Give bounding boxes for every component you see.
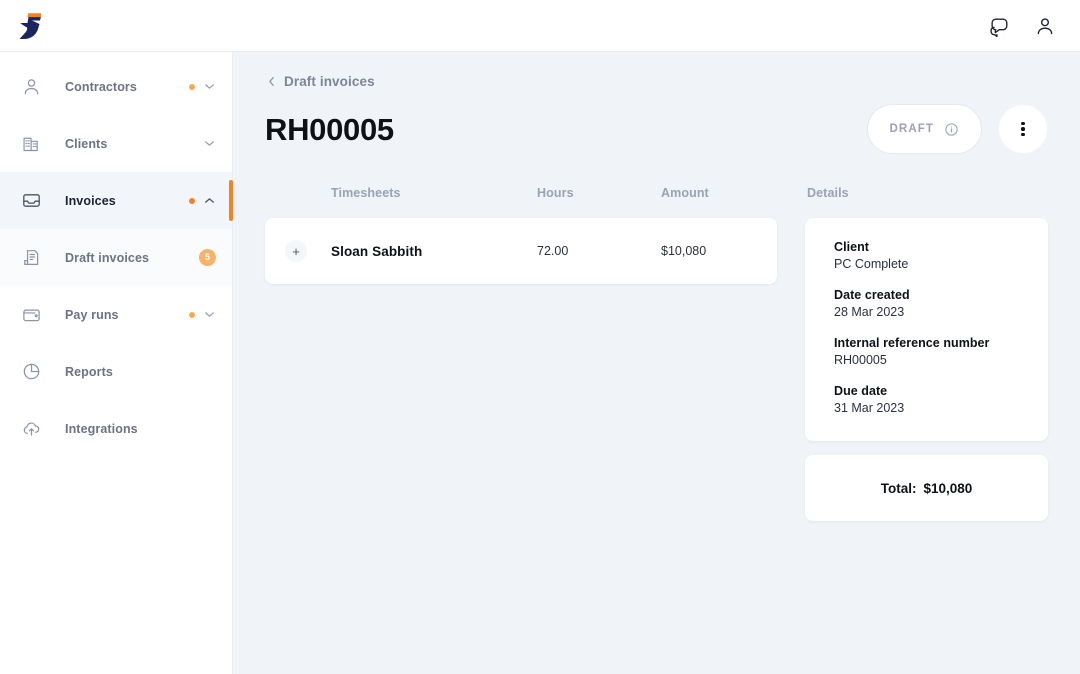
timesheets-section: Timesheets Hours Amount + Sloan Sabbith … bbox=[265, 178, 777, 284]
sidebar-item-meta bbox=[189, 80, 216, 93]
table-header-hours: Hours bbox=[537, 186, 574, 200]
top-bar-actions bbox=[986, 13, 1058, 39]
status-badge-label: DRAFT bbox=[889, 123, 934, 135]
table-header: Timesheets Hours Amount bbox=[265, 178, 777, 208]
sidebar-item-invoices[interactable]: Invoices bbox=[0, 172, 233, 229]
detail-value: 31 Mar 2023 bbox=[834, 401, 905, 415]
page-title: RH00005 bbox=[265, 111, 394, 147]
draft-invoices-badge: 5 bbox=[199, 249, 216, 266]
content-grid: Timesheets Hours Amount + Sloan Sabbith … bbox=[265, 178, 1048, 521]
detail-key: Internal reference number bbox=[834, 336, 990, 350]
person-icon bbox=[18, 74, 44, 100]
more-vertical-icon[interactable] bbox=[998, 104, 1048, 154]
account-icon[interactable] bbox=[1032, 13, 1058, 39]
sidebar-item-label: Invoices bbox=[65, 193, 116, 208]
table-row[interactable]: + Sloan Sabbith 72.00 $10,080 bbox=[265, 218, 777, 284]
app-root: Contractors Clients Invoices Draft invoi… bbox=[0, 0, 1080, 674]
body-row: Contractors Clients Invoices Draft invoi… bbox=[0, 52, 1080, 674]
total-label: Total: bbox=[880, 480, 917, 496]
total-card: Total: $10,080 bbox=[805, 455, 1048, 521]
sidebar-item-contractors[interactable]: Contractors bbox=[0, 58, 232, 115]
table-cell-name: Sloan Sabbith bbox=[331, 243, 423, 259]
table-header-amount: Amount bbox=[661, 186, 709, 200]
detail-value: PC Complete bbox=[834, 257, 909, 271]
brand-logo-icon bbox=[19, 12, 42, 39]
breadcrumb-label: Draft invoices bbox=[284, 74, 375, 89]
pie-chart-icon bbox=[18, 359, 44, 385]
detail-key: Client bbox=[834, 240, 870, 254]
sidebar-item-label: Contractors bbox=[65, 79, 137, 94]
detail-field-client: Client PC Complete bbox=[834, 240, 1022, 271]
chevron-up-icon[interactable] bbox=[203, 194, 216, 207]
expand-row-button[interactable]: + bbox=[285, 240, 307, 262]
detail-value: 28 Mar 2023 bbox=[834, 305, 905, 319]
sidebar-item-integrations[interactable]: Integrations bbox=[0, 400, 232, 457]
details-panel: Details Client PC Complete Date created … bbox=[805, 178, 1048, 521]
main-content: Draft invoices RH00005 DRAFT Timesheets … bbox=[233, 52, 1080, 674]
sidebar-item-pay-runs[interactable]: Pay runs bbox=[0, 286, 232, 343]
sidebar-item-meta bbox=[189, 308, 216, 321]
breadcrumb[interactable]: Draft invoices bbox=[265, 74, 375, 89]
title-actions: DRAFT bbox=[866, 104, 1048, 154]
active-indicator-bar bbox=[229, 180, 233, 221]
detail-field-internal-reference-number: Internal reference number RH00005 bbox=[834, 336, 1022, 367]
sidebar-item-clients[interactable]: Clients bbox=[0, 115, 232, 172]
notification-dot bbox=[189, 311, 195, 318]
sidebar-item-meta bbox=[203, 137, 216, 150]
messages-icon[interactable] bbox=[986, 13, 1012, 39]
detail-field-due-date: Due date 31 Mar 2023 bbox=[834, 384, 1022, 415]
sidebar-item-meta bbox=[189, 194, 216, 207]
sidebar-item-meta: 5 bbox=[199, 249, 216, 266]
sidebar-item-reports[interactable]: Reports bbox=[0, 343, 232, 400]
detail-key: Date created bbox=[834, 288, 910, 302]
chevron-down-icon[interactable] bbox=[203, 80, 216, 93]
sidebar: Contractors Clients Invoices Draft invoi… bbox=[0, 52, 233, 674]
notification-dot bbox=[189, 83, 195, 90]
detail-value: RH00005 bbox=[834, 353, 887, 367]
sidebar-item-draft-invoices[interactable]: Draft invoices 5 bbox=[0, 229, 232, 286]
wallet-icon bbox=[18, 302, 44, 328]
document-icon bbox=[18, 245, 44, 271]
details-card: Client PC Complete Date created 28 Mar 2… bbox=[805, 218, 1048, 441]
info-icon[interactable] bbox=[944, 122, 959, 137]
timesheets-table: + Sloan Sabbith 72.00 $10,080 bbox=[265, 218, 777, 284]
status-badge[interactable]: DRAFT bbox=[866, 104, 982, 154]
brand-logo[interactable] bbox=[14, 11, 48, 41]
table-cell-hours: 72.00 bbox=[537, 244, 569, 258]
table-cell-expand: + bbox=[265, 240, 307, 262]
sidebar-item-label: Pay runs bbox=[65, 307, 119, 322]
sidebar-item-label: Draft invoices bbox=[65, 250, 150, 265]
building-icon bbox=[18, 131, 44, 157]
detail-field-date-created: Date created 28 Mar 2023 bbox=[834, 288, 1022, 319]
details-heading: Details bbox=[807, 186, 849, 200]
top-bar bbox=[0, 0, 1080, 52]
chevron-left-icon bbox=[269, 77, 274, 86]
table-cell-amount: $10,080 bbox=[661, 244, 707, 258]
detail-key: Due date bbox=[834, 384, 888, 398]
chevron-down-icon[interactable] bbox=[203, 308, 216, 321]
cloud-upload-icon bbox=[18, 416, 44, 442]
sidebar-item-label: Integrations bbox=[65, 421, 138, 436]
sidebar-item-label: Reports bbox=[65, 364, 113, 379]
title-row: RH00005 DRAFT bbox=[265, 98, 1048, 160]
total-value: $10,080 bbox=[923, 480, 973, 496]
chevron-down-icon[interactable] bbox=[203, 137, 216, 150]
kebab-dots bbox=[1021, 120, 1025, 138]
notification-dot bbox=[189, 197, 195, 204]
table-header-timesheets: Timesheets bbox=[331, 186, 401, 200]
sidebar-item-label: Clients bbox=[65, 136, 108, 151]
inbox-tray-icon bbox=[18, 188, 44, 214]
